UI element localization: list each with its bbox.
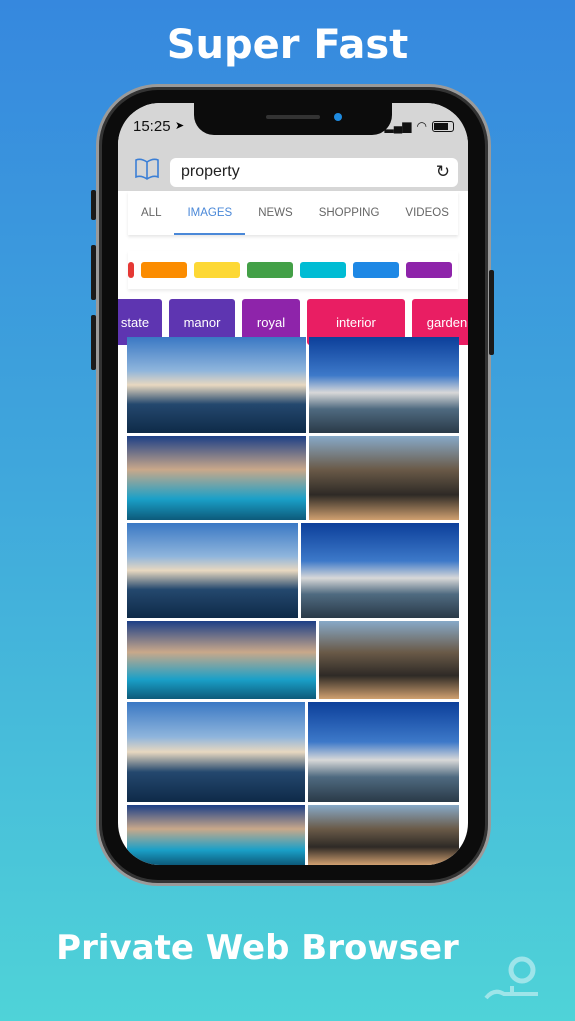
- status-bar: 15:25 ➤ ▂▄▆ ◠: [118, 103, 468, 153]
- color-filter[interactable]: [406, 262, 452, 278]
- tab-images[interactable]: IMAGES: [174, 191, 245, 235]
- wifi-icon: ◠: [416, 119, 427, 133]
- tab-news[interactable]: NEWS: [245, 191, 306, 235]
- search-tabs: ALL IMAGES NEWS SHOPPING VIDEOS: [128, 191, 458, 235]
- color-filter[interactable]: [194, 262, 240, 278]
- image-result[interactable]: [301, 523, 459, 618]
- battery-icon: [432, 120, 454, 132]
- image-result[interactable]: [127, 805, 305, 865]
- watermark-logo: [482, 940, 542, 1005]
- headline-bottom: Private Web Browser: [56, 928, 459, 968]
- color-filter[interactable]: [247, 262, 293, 278]
- image-result[interactable]: [309, 337, 459, 433]
- image-result[interactable]: [127, 523, 298, 618]
- image-row: [127, 523, 459, 618]
- image-grid: [127, 337, 459, 865]
- tab-all[interactable]: ALL: [128, 191, 174, 235]
- location-icon: ➤: [175, 120, 185, 132]
- image-row: [127, 337, 459, 433]
- tab-videos[interactable]: VIDEOS: [392, 191, 458, 235]
- image-result[interactable]: [319, 621, 459, 699]
- signal-icon: ▂▄▆: [384, 119, 412, 133]
- notch: [194, 103, 392, 135]
- color-filters: [128, 251, 458, 289]
- phone-button: [91, 315, 96, 370]
- bookmarks-icon[interactable]: [134, 157, 162, 187]
- tab-shopping[interactable]: SHOPPING: [306, 191, 393, 235]
- image-result[interactable]: [127, 436, 306, 520]
- color-filter[interactable]: [300, 262, 346, 278]
- image-result[interactable]: [308, 805, 459, 865]
- image-result[interactable]: [127, 621, 316, 699]
- phone-button: [489, 270, 494, 355]
- phone-button: [91, 245, 96, 300]
- image-row: [127, 702, 459, 802]
- headline-top: Super Fast: [166, 22, 409, 68]
- camera-icon: [334, 113, 342, 121]
- image-result[interactable]: [309, 436, 459, 520]
- image-result[interactable]: [308, 702, 459, 802]
- phone-button: [91, 190, 96, 220]
- image-row: [127, 805, 459, 865]
- image-row: [127, 621, 459, 699]
- reload-icon[interactable]: ↻: [436, 162, 450, 182]
- phone-screen: 15:25 ➤ ▂▄▆ ◠ property ↻ ALL IMAGES NEWS SH…: [118, 103, 468, 865]
- url-bar: property ↻: [118, 153, 468, 191]
- color-filter[interactable]: [128, 262, 134, 278]
- search-query: property: [181, 163, 240, 180]
- color-filter[interactable]: [141, 262, 187, 278]
- color-filter[interactable]: [353, 262, 399, 278]
- search-input[interactable]: property ↻: [170, 157, 458, 187]
- status-time: 15:25: [133, 118, 171, 135]
- image-row: [127, 436, 459, 520]
- image-result[interactable]: [127, 337, 306, 433]
- image-result[interactable]: [127, 702, 305, 802]
